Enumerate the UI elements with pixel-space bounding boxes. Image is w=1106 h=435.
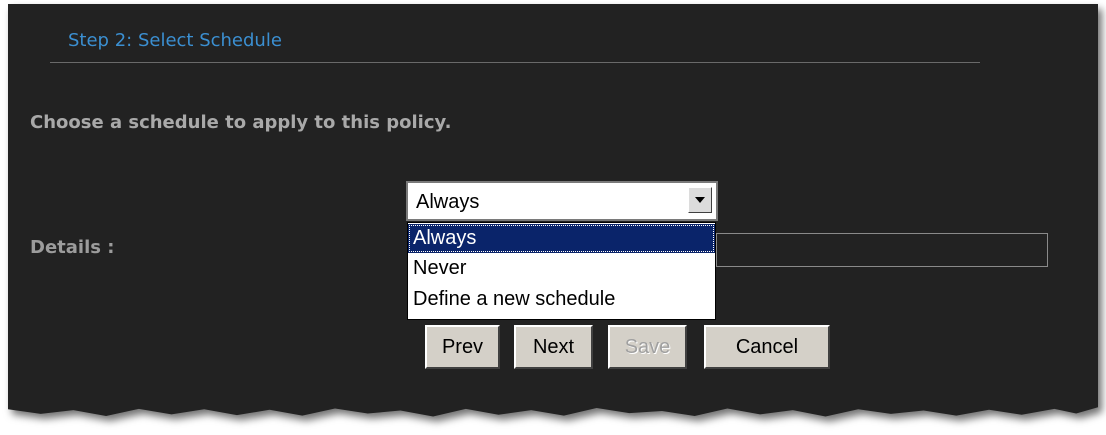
cancel-button[interactable]: Cancel <box>704 325 830 369</box>
schedule-dropdown-list: Always Never Define a new schedule <box>407 222 716 320</box>
prev-button[interactable]: Prev <box>425 325 500 369</box>
details-label: Details : <box>30 237 115 258</box>
instruction-text: Choose a schedule to apply to this polic… <box>30 112 452 133</box>
save-button[interactable]: Save <box>608 325 687 369</box>
schedule-select[interactable]: Always <box>406 181 718 221</box>
option-always[interactable]: Always <box>408 224 715 253</box>
option-never[interactable]: Never <box>408 254 715 283</box>
title-divider <box>50 62 980 63</box>
next-button[interactable]: Next <box>514 325 593 369</box>
details-field[interactable] <box>716 233 1048 267</box>
chevron-down-icon[interactable] <box>688 187 712 213</box>
step-title: Step 2: Select Schedule <box>68 30 282 51</box>
option-define-new-schedule[interactable]: Define a new schedule <box>408 285 715 314</box>
schedule-select-value: Always <box>416 191 480 213</box>
